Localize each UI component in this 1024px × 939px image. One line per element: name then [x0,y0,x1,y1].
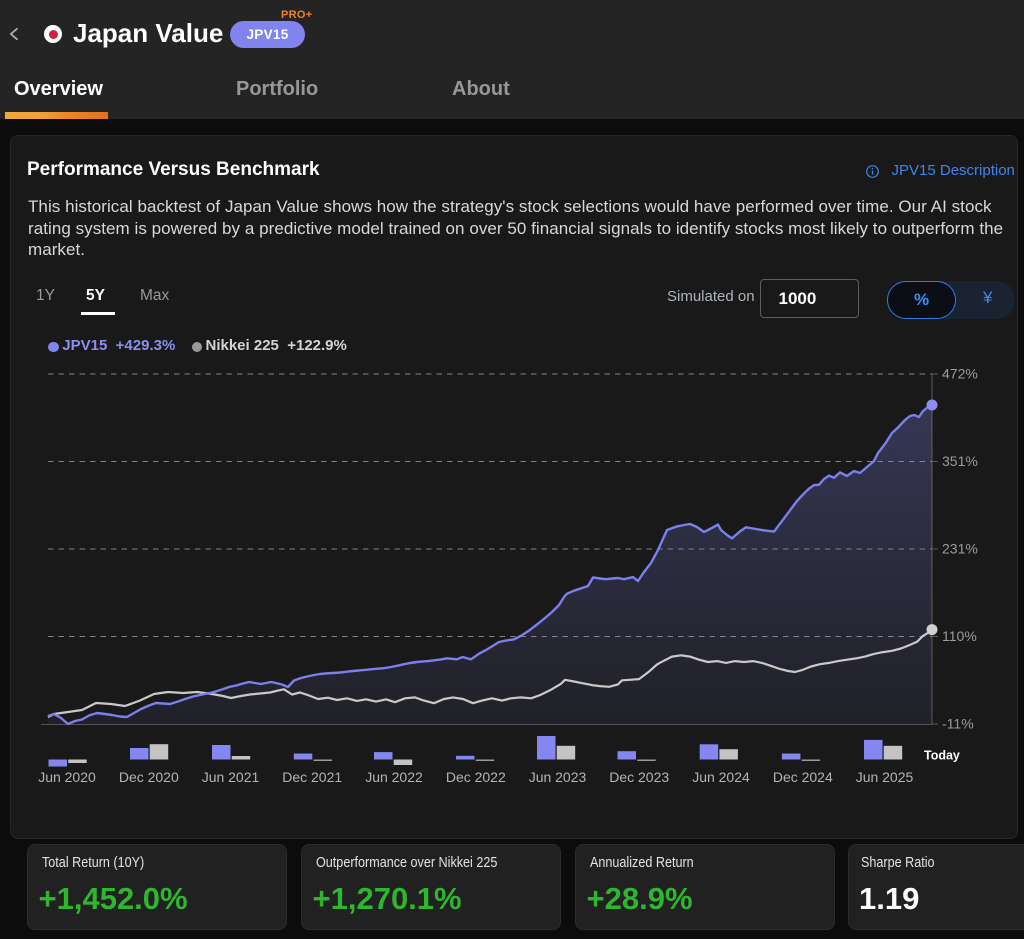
svg-text:-11%: -11% [942,716,974,732]
svg-text:Dec 2024: Dec 2024 [773,769,833,785]
svg-text:351%: 351% [942,453,978,469]
svg-text:231%: 231% [942,541,978,557]
svg-text:Jun 2025: Jun 2025 [856,769,914,785]
svg-text:Dec 2021: Dec 2021 [282,769,342,785]
svg-text:Jun 2023: Jun 2023 [529,769,587,785]
svg-text:Dec 2023: Dec 2023 [609,769,669,785]
svg-text:Jun 2022: Jun 2022 [365,769,423,785]
svg-text:Dec 2020: Dec 2020 [119,769,179,785]
svg-text:Dec 2022: Dec 2022 [446,769,506,785]
svg-text:110%: 110% [942,628,977,644]
svg-text:Jun 2021: Jun 2021 [202,769,260,785]
svg-text:Today: Today [924,749,960,763]
svg-text:Jun 2020: Jun 2020 [38,769,96,785]
svg-text:Jun 2024: Jun 2024 [692,769,750,785]
svg-text:472%: 472% [942,366,978,382]
